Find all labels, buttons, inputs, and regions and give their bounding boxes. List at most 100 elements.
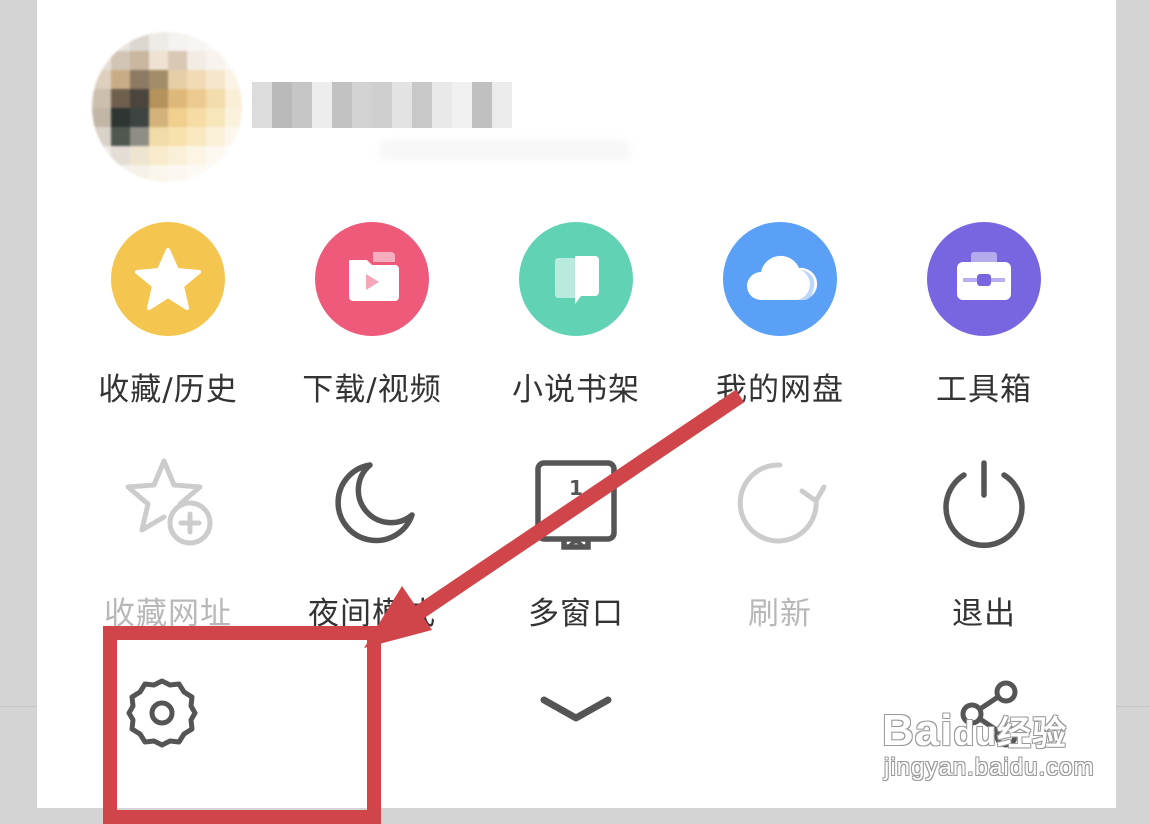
avatar-pixel	[92, 146, 111, 165]
baidu-jingyan-watermark: Baidu经验	[882, 706, 1068, 755]
avatar-pixel	[187, 165, 206, 182]
refresh-tile[interactable]: 刷新	[678, 455, 882, 632]
avatar-pixel	[187, 127, 206, 146]
avatar-pixel	[149, 146, 168, 165]
avatar-pixel	[168, 165, 187, 182]
exit-label: 退出	[952, 596, 1016, 632]
avatar-pixel	[168, 146, 187, 165]
cloud-icon	[723, 222, 837, 336]
toolbox-label: 工具箱	[936, 372, 1032, 408]
book-icon	[519, 222, 633, 336]
avatar-pixel	[149, 70, 168, 89]
chevron-down-icon[interactable]	[536, 690, 616, 726]
avatar-pixel	[168, 51, 187, 70]
avatar-pixel	[225, 127, 242, 146]
avatar-pixel	[206, 32, 225, 51]
avatar-pixel	[92, 165, 111, 182]
avatar-pixel	[111, 89, 130, 108]
avatar-pixel	[225, 70, 242, 89]
avatar-pixel	[130, 51, 149, 70]
toolbox-tile[interactable]: 工具箱	[882, 222, 1086, 422]
avatar-pixel	[111, 51, 130, 70]
avatar-pixel	[130, 32, 149, 51]
avatar-pixel	[149, 51, 168, 70]
avatar-pixel	[130, 108, 149, 127]
avatar-pixel	[206, 51, 225, 70]
avatar-pixel	[187, 51, 206, 70]
avatar-pixel	[149, 89, 168, 108]
window-count: 1	[569, 476, 583, 500]
avatar-pixel	[92, 70, 111, 89]
avatar-pixel	[92, 51, 111, 70]
avatar-pixel	[168, 70, 187, 89]
avatar-pixel	[187, 70, 206, 89]
exit-tile[interactable]: 退出	[882, 455, 1086, 632]
avatar-pixel	[130, 146, 149, 165]
avatar-pixel	[225, 108, 242, 127]
cloud-drive-label: 我的网盘	[716, 372, 844, 408]
avatar-pixel	[111, 32, 130, 51]
avatar-pixel	[92, 127, 111, 146]
avatar-pixel	[168, 89, 187, 108]
watermark-url: jingyan.baidu.com	[884, 754, 1095, 781]
avatar-pixel	[111, 70, 130, 89]
downloads-video-label: 下载/视频	[302, 372, 442, 408]
background-divider-left	[0, 706, 37, 707]
novel-shelf-tile[interactable]: 小说书架	[474, 222, 678, 422]
avatar-pixel	[149, 32, 168, 51]
star-add-icon	[125, 458, 213, 546]
user-avatar[interactable]	[92, 32, 242, 182]
avatar-pixel	[149, 108, 168, 127]
multi-window-icon: 1	[535, 460, 617, 550]
avatar-pixel	[206, 108, 225, 127]
refresh-icon	[737, 462, 827, 544]
toolbox-icon	[927, 222, 1041, 336]
avatar-pixel	[225, 89, 242, 108]
avatar-pixel	[206, 146, 225, 165]
avatar-pixel	[111, 108, 130, 127]
avatar-pixel	[206, 165, 225, 182]
multi-window-label: 多窗口	[528, 596, 624, 632]
background-divider-right	[1116, 706, 1150, 707]
avatar-pixel	[111, 165, 130, 182]
avatar-pixel	[187, 108, 206, 127]
avatar-pixel	[111, 146, 130, 165]
avatar-pixel	[92, 108, 111, 127]
novel-shelf-label: 小说书架	[512, 372, 640, 408]
avatar-pixel	[168, 108, 187, 127]
star-icon	[111, 222, 225, 336]
cloud-drive-tile[interactable]: 我的网盘	[678, 222, 882, 422]
moon-icon	[335, 462, 415, 544]
add-bookmark-tile[interactable]: 收藏网址	[66, 455, 270, 632]
avatar-pixel	[168, 32, 187, 51]
avatar-pixel	[225, 146, 242, 165]
avatar-pixel	[111, 127, 130, 146]
avatar-pixel	[130, 165, 149, 182]
refresh-label: 刷新	[748, 596, 812, 632]
annotation-highlight-box	[103, 626, 381, 824]
avatar-pixel	[206, 70, 225, 89]
avatar-pixel	[225, 32, 242, 51]
downloads-video-tile[interactable]: 下载/视频	[270, 222, 474, 422]
avatar-pixel	[130, 127, 149, 146]
avatar-pixel	[149, 165, 168, 182]
username-blurred[interactable]	[252, 82, 512, 128]
avatar-pixel	[130, 89, 149, 108]
avatar-pixel	[92, 32, 111, 51]
folder-play-icon	[315, 222, 429, 336]
avatar-pixel	[187, 32, 206, 51]
multi-window-tile[interactable]: 1 多窗口	[474, 455, 678, 632]
avatar-pixel	[225, 165, 242, 182]
night-mode-tile[interactable]: 夜间模式	[270, 455, 474, 632]
avatar-pixel	[149, 127, 168, 146]
avatar-pixel	[92, 89, 111, 108]
favorites-history-tile[interactable]: 收藏/历史	[66, 222, 270, 422]
avatar-pixel	[187, 146, 206, 165]
favorites-history-label: 收藏/历史	[98, 372, 238, 408]
avatar-pixel	[206, 89, 225, 108]
avatar-pixel	[168, 127, 187, 146]
power-icon	[943, 460, 1025, 548]
avatar-pixel	[187, 89, 206, 108]
avatar-pixel	[225, 51, 242, 70]
user-subtitle-blurred	[380, 140, 630, 160]
